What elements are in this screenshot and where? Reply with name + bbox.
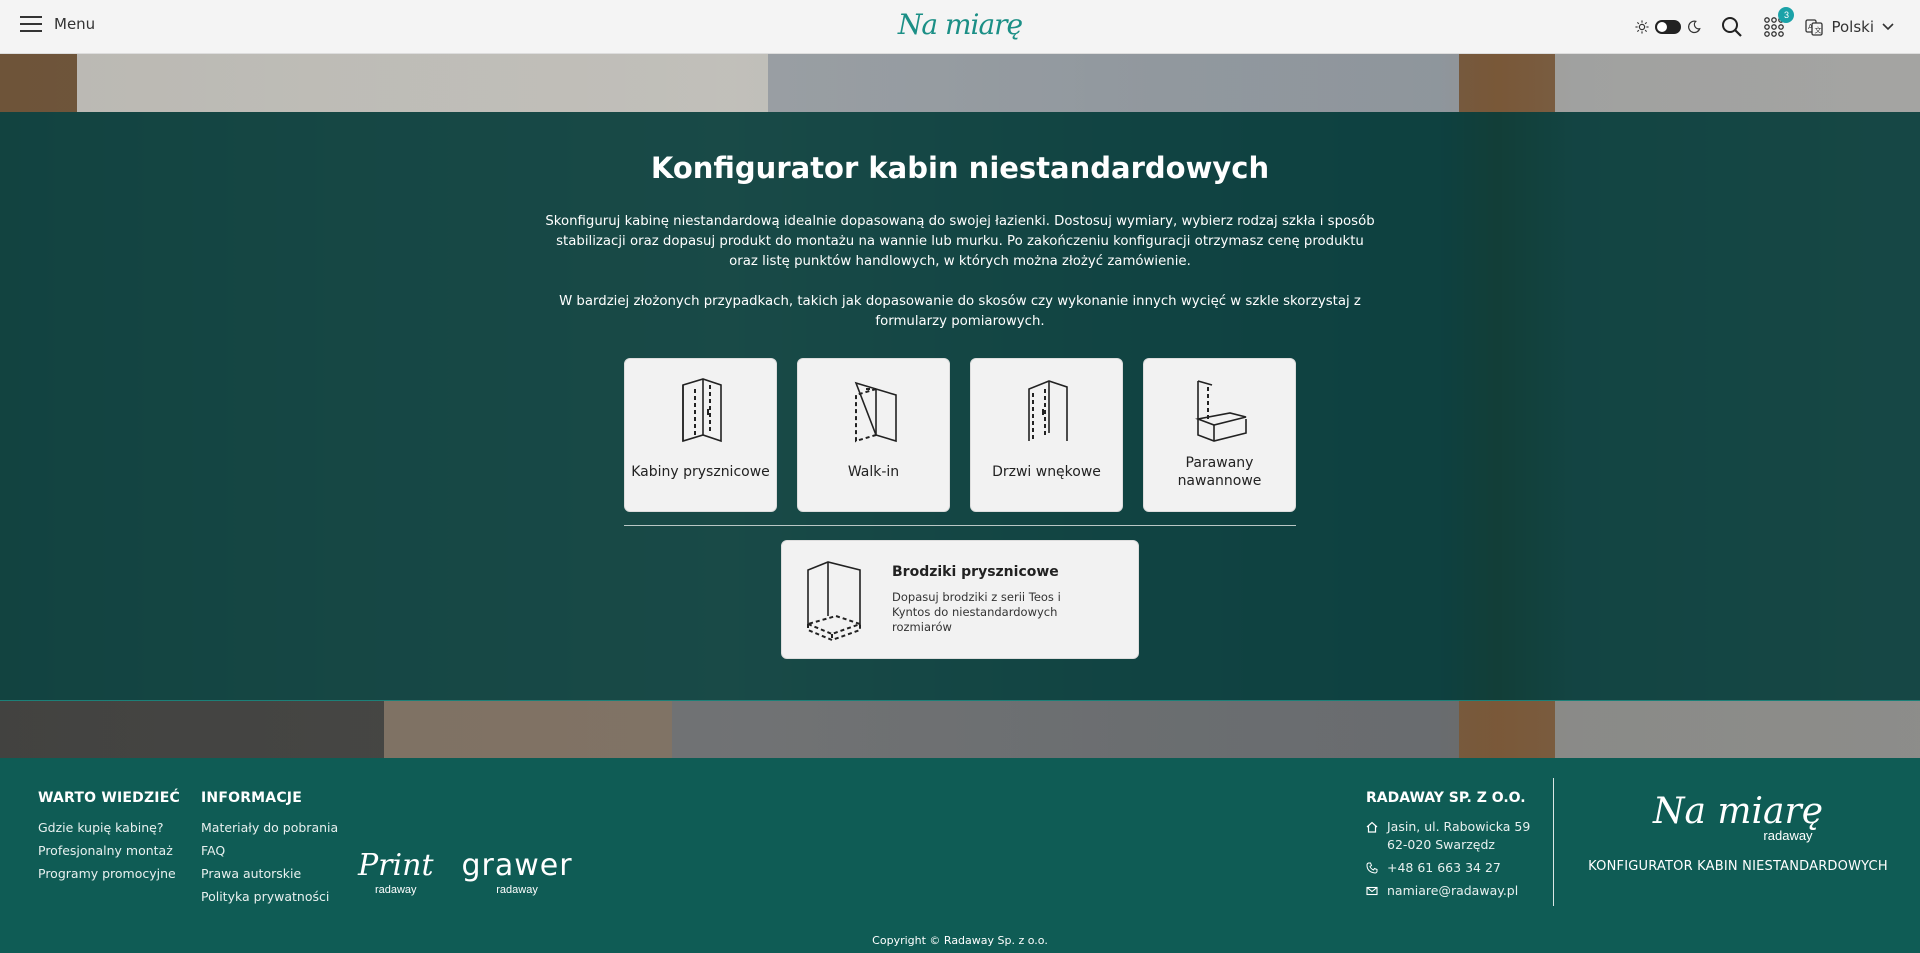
card-label: Drzwi wnękowe <box>992 464 1101 480</box>
phone-number: +48 61 663 34 27 <box>1387 860 1501 875</box>
hero-description-paragraph-1: Skonfiguruj kabinę niestandardową idealn… <box>545 214 1375 269</box>
menu-button[interactable]: Menu <box>20 15 95 33</box>
grawer-radaway-logo[interactable]: grawer radaway <box>461 848 573 897</box>
theme-toggle[interactable] <box>1635 20 1702 34</box>
mail-icon <box>1366 886 1378 896</box>
company-phone[interactable]: +48 61 663 34 27 <box>1366 859 1530 877</box>
search-button[interactable] <box>1721 16 1743 38</box>
site-footer: WARTO WIEDZIEĆ Gdzie kupię kabinę? Profe… <box>0 758 1920 953</box>
footer-link-privacy[interactable]: Polityka prywatności <box>201 885 338 908</box>
footer-link-faq[interactable]: FAQ <box>201 839 338 862</box>
footer-link-where-to-buy[interactable]: Gdzie kupię kabinę? <box>38 816 180 839</box>
footer-link-copyright[interactable]: Prawa autorskie <box>201 862 338 885</box>
footer-link-downloads[interactable]: Materiały do pobrania <box>201 816 338 839</box>
cards-divider <box>624 525 1296 526</box>
card-shower-cabins[interactable]: Kabiny prysznicowe <box>624 358 777 512</box>
card-description: Dopasuj brodziki z serii Teos i Kyntos d… <box>892 590 1061 634</box>
language-selector[interactable]: A文 Polski <box>1805 18 1894 36</box>
partner-logos: Print radaway grawer radaway <box>358 848 573 897</box>
chevron-down-icon <box>1882 23 1894 31</box>
card-label: Kabiny prysznicowe <box>631 464 770 480</box>
card-label: Walk-in <box>847 464 900 480</box>
hamburger-icon <box>20 15 42 33</box>
sun-icon <box>1635 20 1650 34</box>
search-icon <box>1722 17 1743 37</box>
footer-column-information: INFORMACJE Materiały do pobrania FAQ Pra… <box>201 790 338 908</box>
company-address: Jasin, ul. Rabowicka 59 62-020 Swarzędz <box>1366 818 1530 854</box>
menu-label: Menu <box>54 15 96 33</box>
moon-icon <box>1688 20 1702 34</box>
footer-logo[interactable]: Na miarę <box>1556 792 1920 832</box>
footer-configurator-label: KONFIGURATOR KABIN NIESTANDARDOWYCH <box>1588 859 1888 874</box>
address-line-1: Jasin, ul. Rabowicka 59 <box>1387 819 1531 834</box>
brand-sub: radaway <box>496 884 538 896</box>
shower-cabin-icon <box>681 378 722 443</box>
company-email[interactable]: namiare@radaway.pl <box>1366 882 1530 900</box>
brand-name: grawer <box>461 848 573 883</box>
walk-in-icon <box>854 381 897 443</box>
print-radaway-logo[interactable]: Print radaway <box>358 848 434 897</box>
overlay-border <box>0 700 1920 701</box>
home-icon <box>1366 821 1378 833</box>
card-shower-trays[interactable]: Brodziki prysznicowe Dopasuj brodziki z … <box>781 540 1139 659</box>
hero-section: Konfigurator kabin niestandardowych Skon… <box>0 54 1920 758</box>
footer-heading: INFORMACJE <box>201 790 302 806</box>
card-niche-doors[interactable]: Drzwi wnękowe <box>970 358 1123 512</box>
brand-sub: radaway <box>374 884 417 896</box>
hero-description: Skonfiguruj kabinę niestandardową idealn… <box>540 212 1380 332</box>
svg-text:A: A <box>1808 23 1813 31</box>
address-line-2: 62-020 Swarzędz <box>1387 837 1495 852</box>
brand-name: Print <box>358 848 434 883</box>
hero-description-paragraph-2: W bardziej złożonych przypadkach, takich… <box>559 294 1361 329</box>
copyright-text: Copyright © Radaway Sp. z o.o. <box>872 934 1048 947</box>
company-info: RADAWAY SP. Z O.O. Jasin, ul. Rabowicka … <box>1366 790 1530 905</box>
hero-background-photo <box>0 54 1920 112</box>
language-label: Polski <box>1831 18 1874 36</box>
phone-icon <box>1366 862 1378 874</box>
footer-link-installation[interactable]: Profesjonalny montaż <box>38 839 180 862</box>
bath-screen-icon <box>1194 380 1247 442</box>
dark-mode-switch[interactable] <box>1655 20 1682 34</box>
page-title: Konfigurator kabin niestandardowych <box>650 151 1270 185</box>
top-header: Menu Na miarę 3 A文 Polski <box>0 0 1920 54</box>
company-name: RADAWAY SP. Z O.O. <box>1366 790 1526 806</box>
footer-column-good-to-know: WARTO WIEDZIEĆ Gdzie kupię kabinę? Profe… <box>38 790 180 885</box>
card-bath-screens[interactable]: Parawany nawannowe <box>1143 358 1296 512</box>
footer-divider <box>1553 778 1554 906</box>
card-title: Brodziki prysznicowe <box>892 564 1059 580</box>
svg-text:文: 文 <box>1815 26 1822 35</box>
site-logo[interactable]: Na miarę <box>898 8 1023 41</box>
configurator-cards: Kabiny prysznicowe Walk-in Drzwi wnękowe… <box>624 358 1296 512</box>
card-walk-in[interactable]: Walk-in <box>797 358 950 512</box>
shower-tray-icon <box>804 560 864 641</box>
footer-heading: WARTO WIEDZIEĆ <box>38 790 180 806</box>
footer-link-promotions[interactable]: Programy promocyjne <box>38 862 180 885</box>
notification-badge: 3 <box>1778 7 1795 23</box>
hero-background-photo-bottom <box>0 700 1920 758</box>
email-address: namiare@radaway.pl <box>1387 883 1519 898</box>
footer-brand-block: Na miarę radaway KONFIGURATOR KABIN NIES… <box>1556 792 1920 875</box>
translate-icon: A文 <box>1805 19 1824 36</box>
apps-button[interactable]: 3 <box>1763 7 1795 38</box>
niche-door-icon <box>1027 380 1068 441</box>
card-label: Parawany nawannowe <box>1177 455 1262 489</box>
